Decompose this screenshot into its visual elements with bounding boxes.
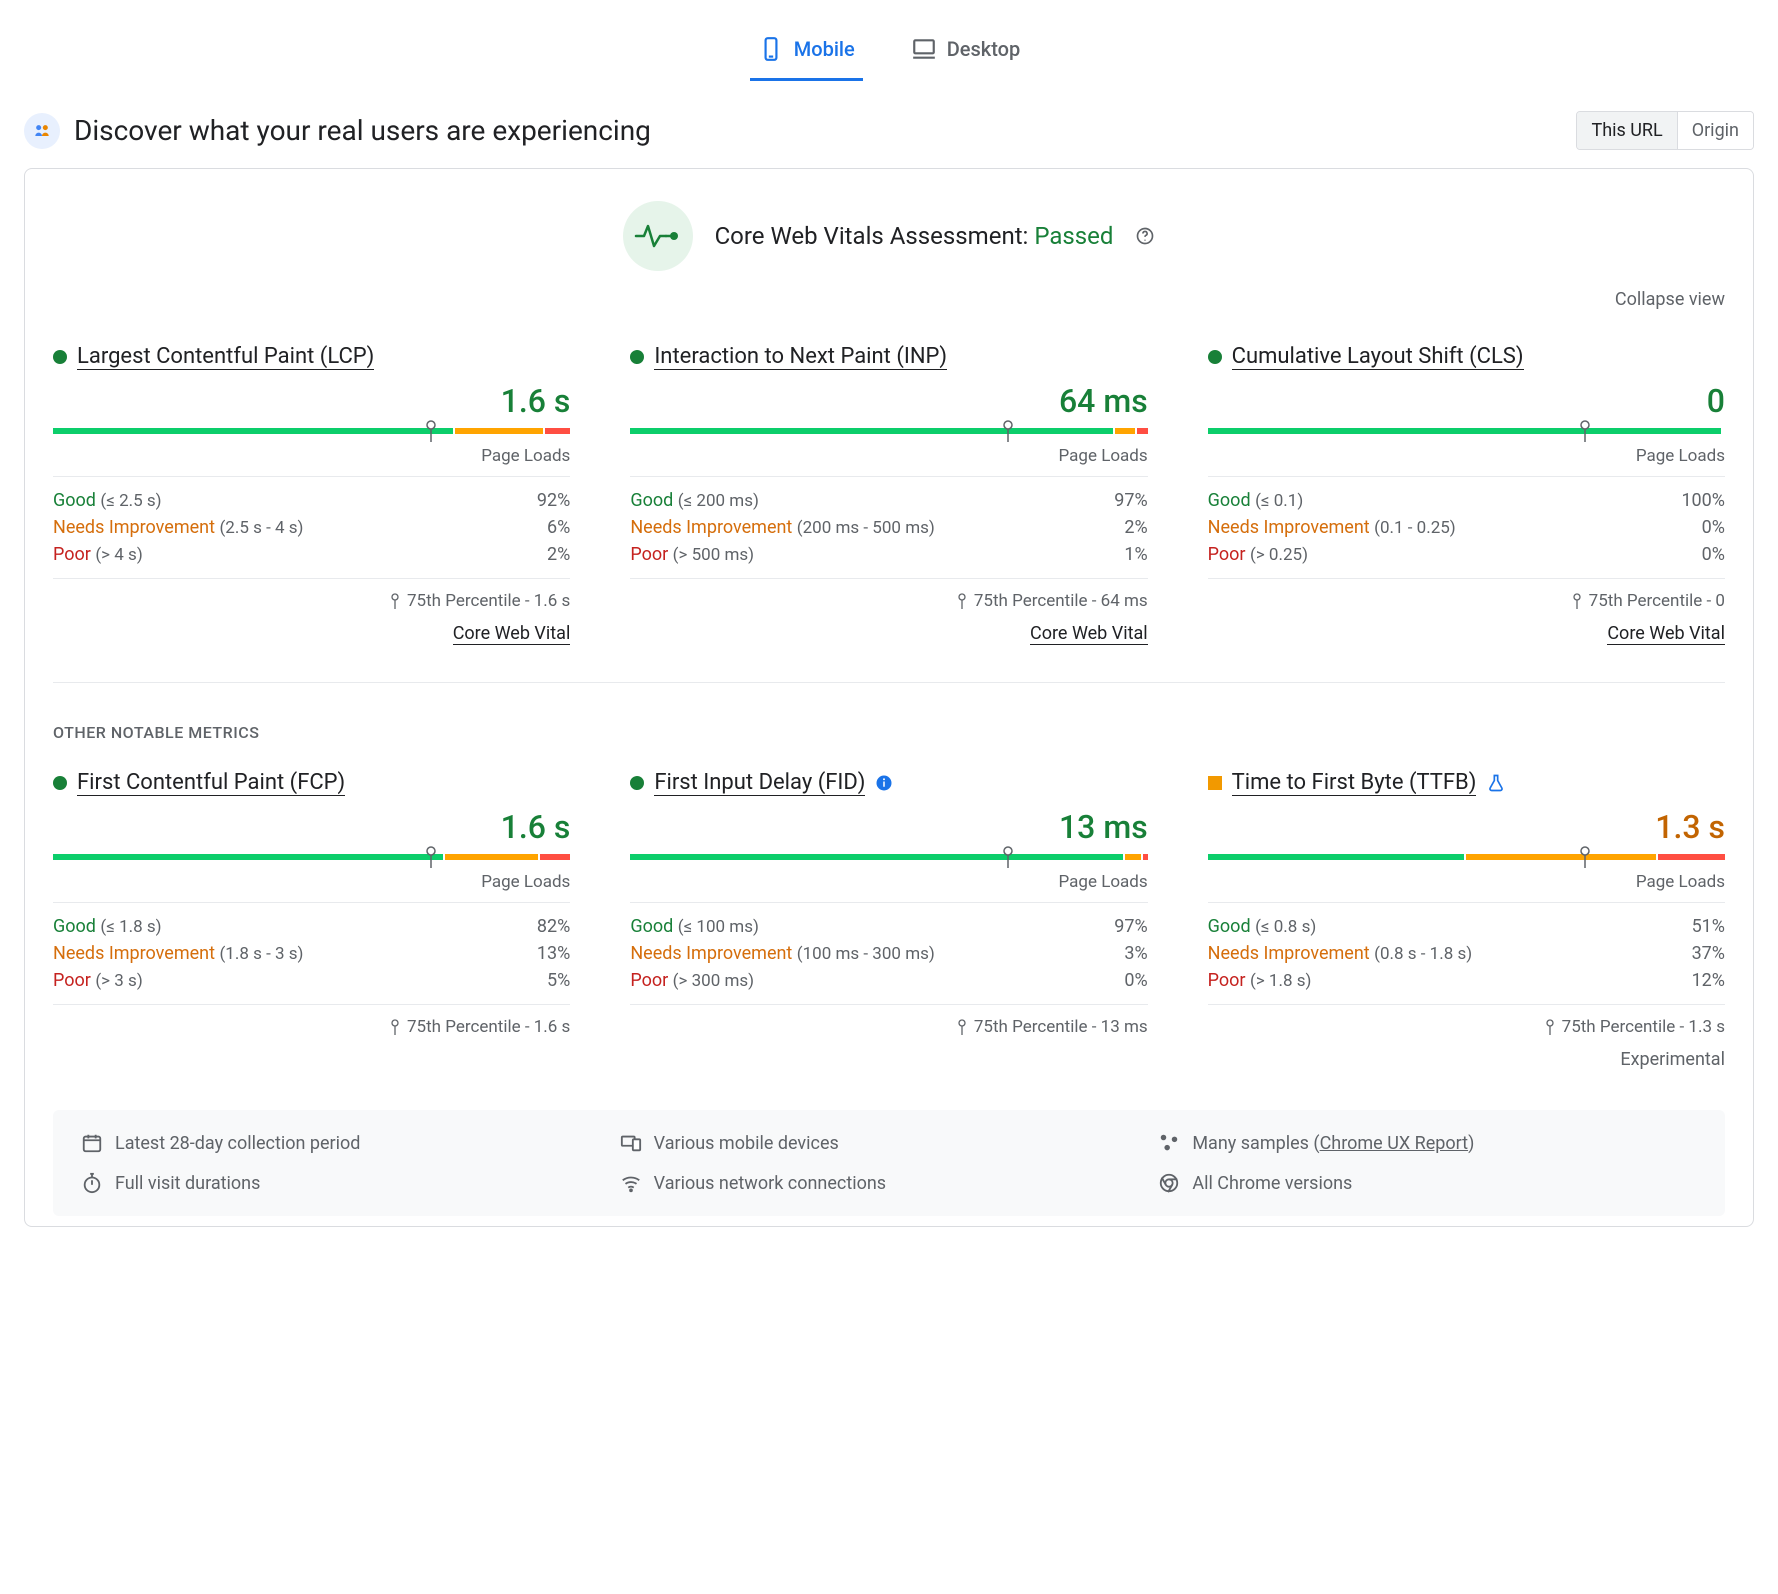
- metric-value-ttfb: 1.3 s: [1208, 808, 1725, 846]
- device-tab-mobile-label: Mobile: [794, 37, 855, 61]
- core-web-vital-link[interactable]: Core Web Vital: [1607, 623, 1725, 645]
- scope-this-url-button[interactable]: This URL: [1577, 112, 1676, 149]
- metric-inp: Interaction to Next Paint (INP) 64 ms Page…: [630, 344, 1147, 644]
- metric-title-lcp[interactable]: Largest Contentful Paint (LCP): [77, 344, 374, 370]
- metric-value-fid: 13 ms: [630, 808, 1147, 846]
- page-loads-label: Page Loads: [630, 446, 1147, 466]
- distribution-bar-fcp: [53, 854, 570, 860]
- metric-title-inp[interactable]: Interaction to Next Paint (INP): [654, 344, 947, 370]
- footer-chrome: All Chrome versions: [1158, 1172, 1697, 1194]
- status-dot-good: [53, 776, 67, 790]
- distribution-bar-fid: [630, 854, 1147, 860]
- metric-title-fid[interactable]: First Input Delay (FID): [654, 770, 865, 796]
- metric-title-ttfb[interactable]: Time to First Byte (TTFB): [1232, 770, 1477, 796]
- wifi-icon: [620, 1172, 642, 1194]
- assessment-text: Core Web Vitals Assessment: Passed: [715, 222, 1114, 250]
- collapse-view-link[interactable]: Collapse view: [53, 289, 1725, 310]
- distribution-bar-lcp: [53, 428, 570, 434]
- percentile-marker: [1003, 846, 1013, 872]
- metric-value-fcp: 1.6 s: [53, 808, 570, 846]
- metric-value-inp: 64 ms: [630, 382, 1147, 420]
- mobile-icon: [758, 36, 784, 62]
- percentile-marker: [1580, 420, 1590, 446]
- other-metrics-label: OTHER NOTABLE METRICS: [53, 723, 1725, 742]
- distribution-bar-inp: [630, 428, 1147, 434]
- status-dot-good: [1208, 350, 1222, 364]
- metric-fcp: First Contentful Paint (FCP) 1.6 s Page Lo…: [53, 770, 570, 1070]
- core-web-vital-link[interactable]: Core Web Vital: [1030, 623, 1148, 645]
- users-icon: [24, 113, 60, 149]
- page-loads-label: Page Loads: [630, 872, 1147, 892]
- device-tab-desktop-label: Desktop: [947, 37, 1021, 61]
- calendar-icon: [81, 1132, 103, 1154]
- pulse-icon: [623, 201, 693, 271]
- percentile-marker: [426, 846, 436, 872]
- samples-icon: [1158, 1132, 1180, 1154]
- status-square-needs: [1208, 776, 1222, 790]
- metric-fid: First Input Delay (FID)13 msPage LoadsGo…: [630, 770, 1147, 1070]
- desktop-icon: [911, 36, 937, 62]
- metric-value-cls: 0: [1208, 382, 1725, 420]
- chrome-ux-report-link[interactable]: Chrome UX Report: [1320, 1133, 1468, 1154]
- footer-period: Latest 28-day collection period: [81, 1132, 620, 1154]
- p75-fid: 75th Percentile - 13 ms: [630, 1017, 1147, 1037]
- core-web-vital-link[interactable]: Core Web Vital: [453, 623, 571, 645]
- page-loads-label: Page Loads: [1208, 872, 1725, 892]
- page-title: Discover what your real users are experi…: [74, 114, 651, 147]
- experimental-label: Experimental: [1620, 1049, 1725, 1070]
- chrome-icon: [1158, 1172, 1180, 1194]
- footer-durations: Full visit durations: [81, 1172, 620, 1194]
- metric-value-lcp: 1.6 s: [53, 382, 570, 420]
- device-tab-desktop[interactable]: Desktop: [903, 24, 1029, 81]
- metric-cls: Cumulative Layout Shift (CLS) 0 Page Loads…: [1208, 344, 1725, 644]
- distribution-bar-ttfb: [1208, 854, 1725, 860]
- metric-ttfb: Time to First Byte (TTFB) 1.3 s Page Loads…: [1208, 770, 1725, 1070]
- footer-devices: Various mobile devices: [620, 1132, 1159, 1154]
- info-icon[interactable]: [875, 774, 893, 792]
- page-loads-label: Page Loads: [53, 446, 570, 466]
- flask-icon[interactable]: [1486, 773, 1506, 793]
- footer-samples: Many samples (Chrome UX Report): [1158, 1132, 1697, 1154]
- page-loads-label: Page Loads: [53, 872, 570, 892]
- footer-network: Various network connections: [620, 1172, 1159, 1194]
- percentile-marker: [1003, 420, 1013, 446]
- assessment-result: Passed: [1034, 222, 1113, 250]
- p75-fcp: 75th Percentile - 1.6 s: [53, 1017, 570, 1037]
- status-dot-good: [630, 350, 644, 364]
- status-dot-good: [630, 776, 644, 790]
- p75-lcp: 75th Percentile - 1.6 s: [53, 591, 570, 611]
- metric-title-fcp[interactable]: First Contentful Paint (FCP): [77, 770, 345, 796]
- page-loads-label: Page Loads: [1208, 446, 1725, 466]
- metric-title-cls[interactable]: Cumulative Layout Shift (CLS): [1232, 344, 1524, 370]
- distribution-bar-cls: [1208, 428, 1725, 434]
- status-dot-good: [53, 350, 67, 364]
- scope-origin-button[interactable]: Origin: [1677, 112, 1753, 149]
- devices-icon: [620, 1132, 642, 1154]
- p75-inp: 75th Percentile - 64 ms: [630, 591, 1147, 611]
- p75-cls: 75th Percentile - 0: [1208, 591, 1725, 611]
- metric-lcp: Largest Contentful Paint (LCP) 1.6 s Page …: [53, 344, 570, 644]
- percentile-marker: [1580, 846, 1590, 872]
- device-tab-mobile[interactable]: Mobile: [750, 24, 863, 81]
- stopwatch-icon: [81, 1172, 103, 1194]
- percentile-marker: [426, 420, 436, 446]
- help-icon[interactable]: [1135, 226, 1155, 246]
- p75-ttfb: 75th Percentile - 1.3 s: [1208, 1017, 1725, 1037]
